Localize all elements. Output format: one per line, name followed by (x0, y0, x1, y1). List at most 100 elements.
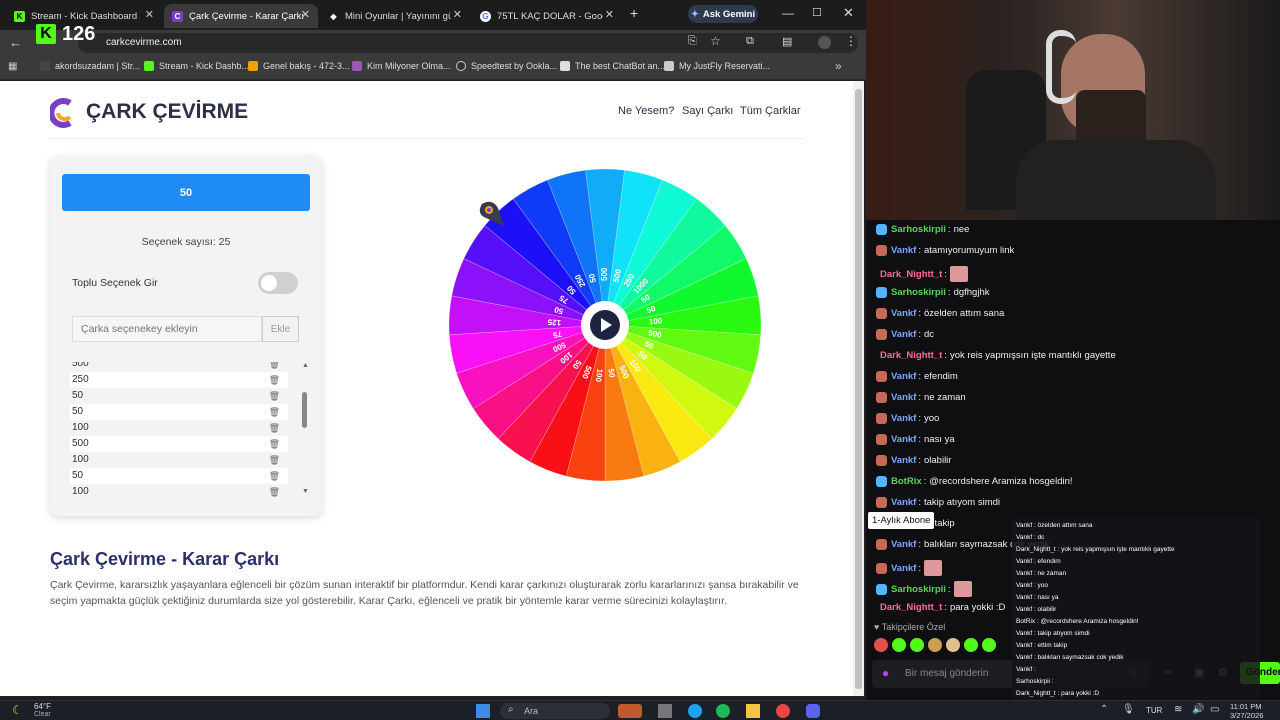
scroll-up-icon[interactable]: ▲ (302, 362, 309, 369)
trash-icon[interactable]: 🗑 (269, 372, 280, 388)
nav-ne-yesem[interactable]: Ne Yesem? (618, 105, 674, 117)
clock-time[interactable]: 11:01 PM (1230, 702, 1262, 711)
chrome-icon[interactable] (776, 704, 790, 718)
tab-cark-cevirme[interactable]: C Çark Çevirme - Karar Çarkı ✕ (164, 4, 318, 28)
chat-username[interactable]: Dark_Nightt_t (880, 269, 942, 280)
nav-sayi-carki[interactable]: Sayı Çarkı (682, 105, 733, 117)
user-badge-icon (876, 224, 887, 235)
bookmarks-more-button[interactable]: » (835, 59, 842, 73)
taskbar-search[interactable]: ⌕ Ara (500, 703, 610, 719)
edge-icon[interactable] (688, 704, 702, 718)
trash-icon[interactable]: 🗑 (269, 388, 280, 404)
maximize-icon[interactable]: ☐ (812, 6, 822, 19)
chat-username[interactable]: Dark_Nightt_t (880, 602, 942, 613)
chat-username[interactable]: Vankf (891, 392, 916, 403)
emote-icon[interactable] (910, 638, 924, 652)
result-button[interactable]: 50 (62, 174, 310, 211)
chat-username[interactable]: Dark_Nightt_t (880, 350, 942, 361)
chat-username[interactable]: Vankf (891, 434, 916, 445)
chat-username[interactable]: Vankf (891, 245, 916, 256)
profile-avatar[interactable] (818, 36, 831, 49)
scroll-thumb[interactable] (302, 392, 307, 428)
language-indicator[interactable]: TUR (1146, 706, 1162, 715)
list-scrollbar[interactable]: ▲ ▼ (300, 362, 310, 498)
apps-icon[interactable]: ▦ (8, 61, 17, 72)
star-icon[interactable]: ☆ (710, 34, 721, 48)
extensions-icon[interactable]: ⧉ (746, 35, 754, 48)
chat-username[interactable]: Vankf (891, 413, 916, 424)
taskbar-app-icon[interactable] (618, 704, 642, 718)
chat-username[interactable]: Sarhoskirpii (891, 287, 946, 298)
windows-start-icon[interactable] (476, 704, 490, 718)
logo-text[interactable]: ÇARK ÇEVİRME (86, 100, 248, 124)
new-tab-button[interactable]: + (630, 5, 638, 21)
nav-tum-carklar[interactable]: Tüm Çarklar (740, 105, 801, 117)
chat-username[interactable]: Vankf (891, 455, 916, 466)
option-input[interactable] (72, 316, 262, 342)
close-icon[interactable]: ✕ (605, 8, 614, 21)
trash-icon[interactable]: 🗑 (269, 484, 280, 500)
chat-username[interactable]: Vankf (891, 371, 916, 382)
bookmark-label: Kim Milyoner Olma... (367, 61, 451, 71)
page-scroll-thumb[interactable] (855, 89, 862, 689)
trash-icon[interactable]: 🗑 (269, 362, 280, 372)
emote-icon[interactable] (874, 638, 888, 652)
add-option-button[interactable]: Ekle (262, 316, 299, 342)
menu-icon[interactable]: ⋮ (845, 34, 857, 48)
url-field[interactable]: carkcevirme.com ⎘ ☆ (78, 33, 858, 53)
tab-google[interactable]: G 75TL KAÇ DOLAR - Google'da ✕ (472, 4, 622, 28)
trash-icon[interactable]: 🗑 (269, 420, 280, 436)
mic-tray-icon[interactable]: 🎙 (1122, 704, 1135, 715)
close-icon[interactable]: ✕ (301, 8, 310, 21)
bookmark-2[interactable]: Stream - Kick Dashb... (144, 61, 249, 71)
bookmark-5[interactable]: Speedtest by Ookla... (456, 61, 557, 71)
trash-icon[interactable]: 🗑 (269, 404, 280, 420)
discord-icon[interactable] (806, 704, 820, 718)
close-icon[interactable]: ✕ (145, 8, 154, 21)
wifi-icon[interactable]: ≋ (1174, 704, 1182, 715)
spotify-icon[interactable] (716, 704, 730, 718)
weather-desc[interactable]: Clear (34, 711, 51, 718)
bookmark-1[interactable]: akordsuzadam | Str... (40, 61, 140, 71)
sidepanel-icon[interactable]: ▤ (782, 35, 792, 48)
back-arrow-icon[interactable]: ← (9, 35, 22, 50)
bookmark-3[interactable]: Genel bakış - 472-3... (248, 61, 350, 71)
chat-username[interactable]: Vankf (891, 497, 916, 508)
chat-username[interactable]: Vankf (891, 539, 916, 550)
emote-icon[interactable] (964, 638, 978, 652)
bulk-toggle[interactable] (258, 272, 298, 294)
scroll-down-icon[interactable]: ▼ (302, 488, 309, 495)
emote-icon[interactable] (892, 638, 906, 652)
mic-icon[interactable]: ● (882, 666, 889, 680)
emote-icon[interactable] (982, 638, 996, 652)
tray-chevron-icon[interactable]: ⌃ (1100, 704, 1108, 715)
bookmark-6[interactable]: The best ChatBot an... (560, 61, 665, 71)
chat-username[interactable]: Sarhoskirpii (891, 584, 946, 595)
volume-icon[interactable]: 🔊 (1192, 704, 1204, 715)
window-close-icon[interactable]: ✕ (843, 5, 854, 21)
weather-temp[interactable]: 64°F (34, 702, 51, 711)
chat-username[interactable]: Vankf (891, 308, 916, 319)
chat-message: Dark_Nightt_t: (876, 266, 968, 282)
bookmark-4[interactable]: Kim Milyoner Olma... (352, 61, 451, 71)
trash-icon[interactable]: 🗑 (269, 468, 280, 484)
ask-gemini-button[interactable]: ✦ Ask Gemini (688, 5, 758, 23)
chat-username[interactable]: BotRix (891, 476, 922, 487)
tab-mini-oyunlar[interactable]: ◆ Mini Oyunlar | Yayınını güçlen ✕ (320, 4, 470, 28)
emote-icon[interactable] (928, 638, 942, 652)
files-icon[interactable] (658, 704, 672, 718)
chat-username[interactable]: Vankf (891, 563, 916, 574)
install-icon[interactable]: ⎘ (688, 35, 697, 48)
battery-icon[interactable]: ▭ (1210, 704, 1219, 715)
trash-icon[interactable]: 🗑 (269, 452, 280, 468)
folder-icon[interactable] (746, 704, 760, 718)
emote-icon[interactable] (946, 638, 960, 652)
bookmark-7[interactable]: My JustFly Reservati... (664, 61, 770, 71)
minimize-icon[interactable]: — (782, 6, 794, 20)
trash-icon[interactable]: 🗑 (269, 436, 280, 452)
chat-username[interactable]: Sarhoskirpii (891, 224, 946, 235)
chat-username[interactable]: Vankf (891, 329, 916, 340)
page-scrollbar[interactable] (853, 81, 864, 696)
close-icon[interactable]: ✕ (453, 8, 462, 21)
clock-date[interactable]: 3/27/2026 (1230, 711, 1263, 720)
